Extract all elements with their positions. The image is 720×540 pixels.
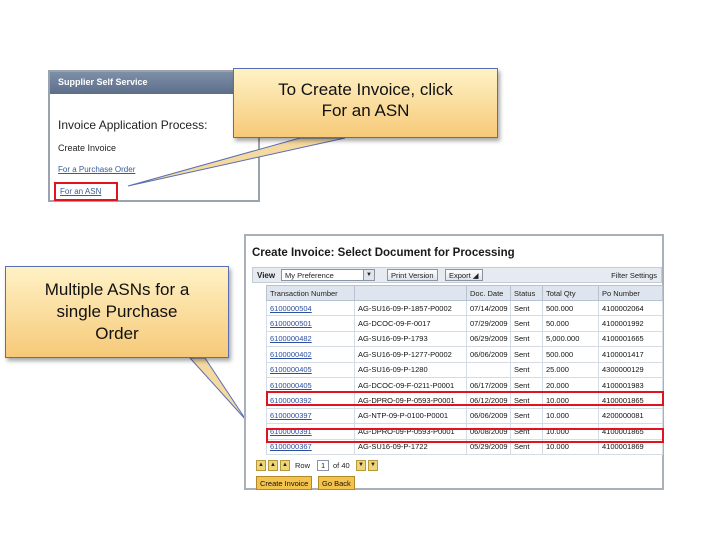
- callout-line: Multiple ASNs for a: [44, 280, 190, 299]
- column-header[interactable]: Po Number: [598, 285, 663, 301]
- page-up-icon[interactable]: ▲: [280, 460, 290, 471]
- table-cell: Sent: [510, 315, 543, 332]
- table-cell: AG-NTP-09-P-0100-P0001: [354, 407, 467, 425]
- table-cell: Sent: [510, 330, 543, 348]
- export-label: Export: [449, 271, 471, 280]
- invoice-process-title: Invoice Application Process:: [58, 118, 208, 132]
- table-row[interactable]: 6100000405 AG-SU16-09-P-1280 Sent 25.000 430…: [266, 361, 663, 378]
- table-cell: [466, 361, 511, 378]
- row-input[interactable]: 1: [317, 460, 329, 471]
- callout-line: Order: [95, 324, 139, 343]
- table-row[interactable]: 6100000501 AG-DCOC-09-F-0017 07/29/2009 Sen…: [266, 315, 663, 332]
- chevron-down-icon[interactable]: ▼: [363, 270, 374, 280]
- table-cell: 50.000: [542, 315, 599, 332]
- dropdown-icon: ◢: [472, 271, 479, 280]
- transaction-number-link[interactable]: 6100000405: [266, 361, 355, 378]
- table-cell: 4100001665: [598, 330, 663, 348]
- table-cell: 500.000: [542, 346, 599, 363]
- previous-page-icon[interactable]: ▲: [268, 460, 278, 471]
- row-input-value: 1: [321, 461, 326, 470]
- transaction-number-link[interactable]: 6100000482: [266, 330, 355, 348]
- filter-settings-link[interactable]: Filter Settings: [611, 271, 657, 280]
- highlight-box: [266, 391, 664, 406]
- first-page-icon[interactable]: ▲: [256, 460, 266, 471]
- table-cell: Sent: [510, 407, 543, 425]
- supplier-self-service-panel: Supplier Self Service Invoice Applicatio…: [48, 70, 260, 202]
- table-cell: 500.000: [542, 299, 599, 317]
- table-cell: AG-SU16-09-P-1277-P0002: [354, 346, 467, 363]
- table-cell: 07/29/2009: [466, 315, 511, 332]
- table-row[interactable]: 6100000397 AG-NTP-09-P-0100-P0001 06/06/20…: [266, 407, 663, 425]
- transaction-number-link[interactable]: 6100000501: [266, 315, 355, 332]
- for-asn-link[interactable]: For an ASN: [54, 182, 118, 201]
- table-cell: 4200000081: [598, 407, 663, 425]
- create-invoice-callout: To Create Invoice, click For an ASN: [233, 68, 498, 138]
- table-cell: AG-SU16-09-P-1857-P0002: [354, 299, 467, 317]
- table-cell: 07/14/2009: [466, 299, 511, 317]
- callout-line: single Purchase: [56, 302, 178, 321]
- highlight-box: [266, 428, 664, 443]
- create-invoice-panel: Create Invoice: Select Document for Proc…: [244, 234, 664, 490]
- table-cell: Sent: [510, 346, 543, 363]
- table-cell: 06/06/2009: [466, 346, 511, 363]
- pagination: ▲ ▲ ▲ Row 1 of 40 ▼ ▼: [256, 460, 380, 473]
- go-back-button[interactable]: Go Back: [318, 476, 355, 490]
- table-cell: Sent: [510, 299, 543, 317]
- table-toolbar: View My Preference ▼ Print Version Expor…: [252, 267, 662, 283]
- table-cell: 06/06/2009: [466, 407, 511, 425]
- table-header-row: Transaction Number Doc. Date Status Tota…: [266, 285, 663, 301]
- table-cell: Sent: [510, 361, 543, 378]
- table-cell: 06/29/2009: [466, 330, 511, 348]
- table-cell: AG-SU16-09-P-1793: [354, 330, 467, 348]
- view-select[interactable]: My Preference ▼: [281, 269, 375, 281]
- panel-header: Supplier Self Service: [50, 72, 258, 94]
- print-version-button[interactable]: Print Version: [387, 269, 438, 281]
- callout-line: For an ASN: [321, 101, 410, 120]
- table-cell: 4100001992: [598, 315, 663, 332]
- table-cell: 4100001417: [598, 346, 663, 363]
- table-cell: 4100002064: [598, 299, 663, 317]
- column-header[interactable]: Status: [510, 285, 543, 301]
- for-purchase-order-link[interactable]: For a Purchase Order: [58, 165, 135, 174]
- table-row[interactable]: 6100000482 AG-SU16-09-P-1793 06/29/2009 Sen…: [266, 330, 663, 348]
- view-select-value: My Preference: [285, 271, 334, 280]
- column-header[interactable]: Transaction Number: [266, 285, 355, 301]
- of-total-label: of 40: [333, 461, 350, 470]
- column-header[interactable]: Doc. Date: [466, 285, 511, 301]
- create-invoice-button[interactable]: Create Invoice: [256, 476, 313, 490]
- transaction-number-link[interactable]: 6100000504: [266, 299, 355, 317]
- table-cell: 25.000: [542, 361, 599, 378]
- table-cell: 4300000129: [598, 361, 663, 378]
- create-invoice-label: Create Invoice: [58, 143, 117, 153]
- view-label: View: [257, 271, 276, 280]
- transaction-number-link[interactable]: 6100000402: [266, 346, 355, 363]
- table-cell: 5,000.000: [542, 330, 599, 348]
- row-label: Row: [295, 461, 311, 470]
- export-button[interactable]: Export ◢: [445, 269, 483, 281]
- column-header[interactable]: [354, 285, 467, 301]
- page-title: Create Invoice: Select Document for Proc…: [252, 247, 515, 259]
- table-row[interactable]: 6100000504 AG-SU16-09-P-1857-P0002 07/14/2…: [266, 299, 663, 317]
- table-cell: AG-DCOC-09-F-0017: [354, 315, 467, 332]
- page-down-icon[interactable]: ▼: [356, 460, 366, 471]
- next-page-icon[interactable]: ▼: [368, 460, 378, 471]
- callout-line: To Create Invoice, click: [278, 80, 453, 99]
- table-cell: AG-SU16-09-P-1280: [354, 361, 467, 378]
- transaction-number-link[interactable]: 6100000397: [266, 407, 355, 425]
- column-header[interactable]: Total Qty: [542, 285, 599, 301]
- table-row[interactable]: 6100000402 AG-SU16-09-P-1277-P0002 06/06/2…: [266, 346, 663, 363]
- table-cell: 10.000: [542, 407, 599, 425]
- multiple-asns-callout: Multiple ASNs for a single Purchase Orde…: [5, 266, 229, 358]
